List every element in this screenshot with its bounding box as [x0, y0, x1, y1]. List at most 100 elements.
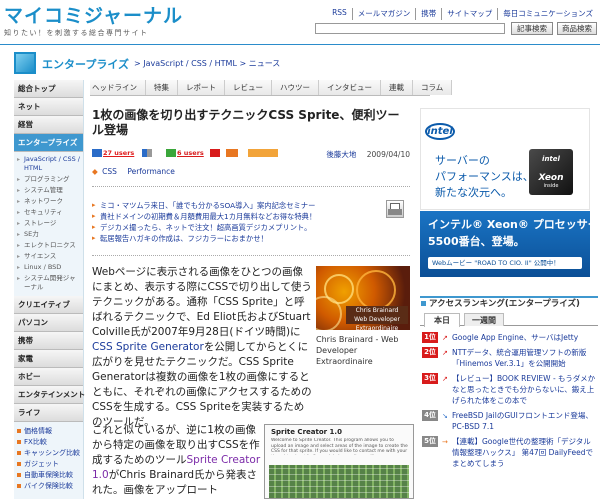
nav-enterprise[interactable]: エンタープライズ: [14, 134, 83, 152]
top-link-company[interactable]: 毎日コミュニケーションズ: [497, 8, 598, 20]
tab-howto[interactable]: ハウツー: [272, 80, 319, 95]
nav-creative[interactable]: クリエイティブ: [14, 296, 83, 314]
byline: 後藤大地 2009/04/10: [326, 149, 410, 160]
ranking-title[interactable]: 【レビュー】BOOK REVIEW - もうダメかなと思ったときでも分からないに…: [452, 374, 595, 405]
nav-life[interactable]: ライフ: [14, 404, 83, 422]
breadcrumb[interactable]: > JavaScript / CSS / HTML > ニュース: [134, 58, 280, 69]
xeon-ad-banner[interactable]: インテル® Xeon® プロセッサー 5500番台、登場。 Webムービー "R…: [420, 211, 599, 277]
top-link-sitemap[interactable]: サイトマップ: [441, 8, 497, 20]
print-icon[interactable]: [386, 200, 404, 218]
nav-pc[interactable]: パソコン: [14, 314, 83, 332]
ranking-tab-today[interactable]: 本日: [424, 313, 460, 327]
article-paragraph-2: これと似ているが、逆に1枚の画像から特定の画像を取り出すCSSを作成するためのツ…: [92, 423, 264, 498]
category-tabs: ヘッドライン 特集 レポート レビュー ハウツー インタビュー 連載 コラム: [90, 80, 453, 96]
ad-copy-line: パフォーマンスは、: [435, 170, 534, 183]
search-input[interactable]: [315, 23, 505, 34]
ranking-item[interactable]: 5位 → 【連載】Google世代の整理術「デジタル情報整理ハックス」 第47回…: [422, 436, 598, 469]
nav-mobile[interactable]: 携帯: [14, 332, 83, 350]
ranking-item[interactable]: 3位 ↗ 【レビュー】BOOK REVIEW - もうダメかなと思ったときでも分…: [422, 373, 598, 406]
nav-link-car-insurance[interactable]: 自動車保険比較: [14, 470, 83, 481]
pr-link[interactable]: デジカメ撮ったら、ネットで注文！超高画質デジカメプリント。: [92, 222, 382, 233]
figure-sprite-creator[interactable]: Sprite Creator 1.0 Welcome to Sprite Cre…: [264, 424, 414, 499]
nav-sub-sysdev[interactable]: システム開発ジャーナル: [14, 273, 82, 293]
article-tags: ◆ CSS Performance: [92, 167, 410, 179]
section-title[interactable]: エンタープライズ: [42, 56, 129, 72]
livedoor-clip-icon: [166, 149, 176, 157]
pr-link[interactable]: ミコ・マツムラ来日、「誰でも分かるSOA導入」案内記念セミナー: [92, 200, 382, 211]
pr-divider-bottom: [92, 255, 410, 256]
ranking-title[interactable]: FreeBSD JailのGUIフロントエンド登場、PC-BSD 7.1: [452, 411, 593, 431]
ranking-item[interactable]: 4位 ↘ FreeBSD JailのGUIフロントエンド登場、PC-BSD 7.…: [422, 410, 598, 432]
nav-sub-network[interactable]: ネットワーク: [14, 196, 83, 207]
article-paragraph-1: Webページに表示される画像をひとつの画像にまとめ、表示する際にCSSで切り出し…: [92, 265, 312, 430]
livedoor-clip[interactable]: 6 users: [166, 149, 204, 158]
tab-review[interactable]: レビュー: [225, 80, 272, 95]
figure-chris-brainard[interactable]: Chris Brainard Web Developer Extraordina…: [316, 266, 410, 382]
nav-sub-electronics[interactable]: エレクトロニクス: [14, 240, 83, 251]
ranking-list: 1位 ↗ Google App Engine、サーバはJetty 2位 ↗ NT…: [422, 332, 598, 473]
pr-link[interactable]: 転居報告ハガキの作成は、フジカラーにおまかせ！: [92, 233, 382, 244]
nav-net[interactable]: ネット: [14, 98, 83, 116]
tab-report[interactable]: レポート: [178, 80, 225, 95]
top-link-rss[interactable]: RSS: [327, 8, 352, 20]
nav-sub-linux[interactable]: Linux / BSD: [14, 262, 83, 273]
top-link-mobile[interactable]: 携帯: [415, 8, 441, 20]
enterprise-cube-icon: [14, 52, 36, 74]
rank-badge: 5位: [422, 436, 438, 447]
yahoo-bookmark[interactable]: [210, 149, 221, 158]
nav-link-cashing[interactable]: キャッシング比較: [14, 448, 83, 459]
css-sprite-generator-link[interactable]: CSS Sprite Generator: [92, 341, 204, 353]
pr-link[interactable]: 貴社ドメインの初期費＆月額費用最大1カ月無料などお得な特典！: [92, 211, 382, 222]
article-meta: 27 users 6 users 後藤大地 2009/04/10: [92, 149, 410, 161]
nav-entertainment[interactable]: エンタテインメント: [14, 386, 85, 404]
nav-sub-storage[interactable]: ストレージ: [14, 218, 83, 229]
buzzurl-bookmark[interactable]: [226, 149, 239, 158]
nav-link-fx[interactable]: FX比較: [14, 437, 83, 448]
nav-sub-programming[interactable]: プログラミング: [14, 174, 83, 185]
nav-sub-javascript[interactable]: JavaScript / CSS / HTML: [14, 154, 82, 174]
nav-service-links: 価格情報 FX比較 キャッシング比較 ガジェット 自動車保険比較 バイク保険比較: [14, 422, 83, 492]
top-link-mailmagazine[interactable]: メールマガジン: [351, 8, 416, 20]
share-bookmark[interactable]: [248, 149, 279, 158]
chris-brainard-image[interactable]: Chris Brainard Web Developer Extraordina…: [316, 266, 410, 330]
product-search-button[interactable]: 商品検索: [557, 22, 597, 35]
nav-top[interactable]: 総合トップ: [14, 80, 83, 98]
ranking-title[interactable]: 【連載】Google世代の整理術「デジタル情報整理ハックス」 第47回 Dail…: [452, 437, 593, 468]
site-logo[interactable]: マイコミジャーナル 知りたい！を刺激する総合専門サイト: [4, 6, 182, 37]
hatena-bookmark[interactable]: 27 users: [92, 149, 134, 158]
nav-link-gadget[interactable]: ガジェット: [14, 459, 83, 470]
pr-links: ミコ・マツムラ来日、「誰でも分かるSOA導入」案内記念セミナー 貴社ドメインの初…: [92, 200, 382, 244]
trend-down-icon: ↘: [442, 412, 448, 420]
hatena-count[interactable]: 27 users: [103, 149, 134, 157]
nav-link-price[interactable]: 価格情報: [14, 426, 83, 437]
tag-css[interactable]: CSS: [102, 167, 117, 176]
yahoo-bookmark-icon: [210, 149, 220, 157]
tab-headline[interactable]: ヘッドライン: [90, 80, 146, 95]
web-movie-button[interactable]: Webムービー "ROAD TO CIO. II" 公開中！: [428, 257, 582, 269]
nav-hobby[interactable]: ホビー: [14, 368, 83, 386]
delicious-bookmark[interactable]: [142, 149, 153, 158]
ranking-title[interactable]: NTTデータ、統合運用管理ソフトの新版「Hinemos Ver.3.1」を公開開…: [452, 348, 586, 368]
ranking-title[interactable]: Google App Engine、サーバはJetty: [452, 333, 578, 342]
tab-series[interactable]: 連載: [381, 80, 413, 95]
ranking-tab-week[interactable]: 一週間: [464, 313, 504, 326]
nav-enterprise-subs: JavaScript / CSS / HTML プログラミング システム管理 ネ…: [14, 152, 83, 296]
nav-sub-science[interactable]: サイエンス: [14, 251, 83, 262]
tab-interview[interactable]: インタビュー: [319, 80, 381, 95]
nav-link-bike-insurance[interactable]: バイク保険比較: [14, 481, 83, 492]
ranking-item[interactable]: 1位 ↗ Google App Engine、サーバはJetty: [422, 332, 598, 343]
tab-feature[interactable]: 特集: [146, 80, 178, 95]
nav-sub-se[interactable]: SE力: [14, 229, 83, 240]
tag-performance[interactable]: Performance: [127, 167, 175, 176]
article-search-button[interactable]: 記事検索: [511, 22, 553, 35]
livedoor-count[interactable]: 6 users: [177, 149, 204, 157]
ranking-item[interactable]: 2位 ↗ NTTデータ、統合運用管理ソフトの新版「Hinemos Ver.3.1…: [422, 347, 598, 369]
nav-sub-sysadmin[interactable]: システム管理: [14, 185, 83, 196]
sprite-grid-overlay: [269, 465, 409, 498]
nav-management[interactable]: 経営: [14, 116, 83, 134]
intel-ad-banner[interactable]: intel サーバーの パフォーマンスは、 新たな次元へ。 intel Xeon…: [420, 108, 590, 210]
tab-column[interactable]: コラム: [413, 80, 453, 95]
nav-sub-security[interactable]: セキュリティ: [14, 207, 83, 218]
author-link[interactable]: 後藤大地: [326, 150, 356, 159]
nav-appliance[interactable]: 家電: [14, 350, 83, 368]
